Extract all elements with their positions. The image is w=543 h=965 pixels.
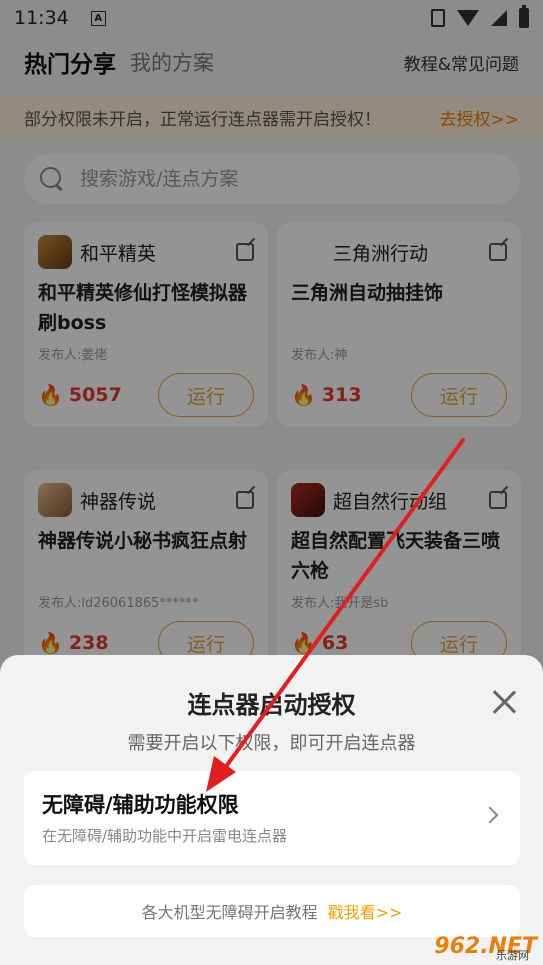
accessibility-permission-item[interactable]: 无障碍/辅助功能权限 在无障碍/辅助功能中开启雷电连点器 <box>24 771 520 865</box>
watermark-sub: 乐游网 <box>496 949 529 962</box>
authorization-sheet: 连点器启动授权 需要开启以下权限，即可开启连点器 无障碍/辅助功能权限 在无障碍… <box>0 655 543 965</box>
tutorial-link[interactable]: 戳我看>> <box>328 899 403 923</box>
tutorial-label: 各大机型无障碍开启教程 <box>141 903 318 922</box>
sheet-subtitle: 需要开启以下权限，即可开启连点器 <box>127 733 416 754</box>
tutorial-row[interactable]: 各大机型无障碍开启教程 戳我看>> <box>24 885 520 937</box>
permission-description: 在无障碍/辅助功能中开启雷电连点器 <box>42 827 288 845</box>
close-icon[interactable] <box>491 689 517 715</box>
sheet-title: 连点器启动授权 <box>187 691 356 719</box>
permission-title: 无障碍/辅助功能权限 <box>42 793 239 817</box>
